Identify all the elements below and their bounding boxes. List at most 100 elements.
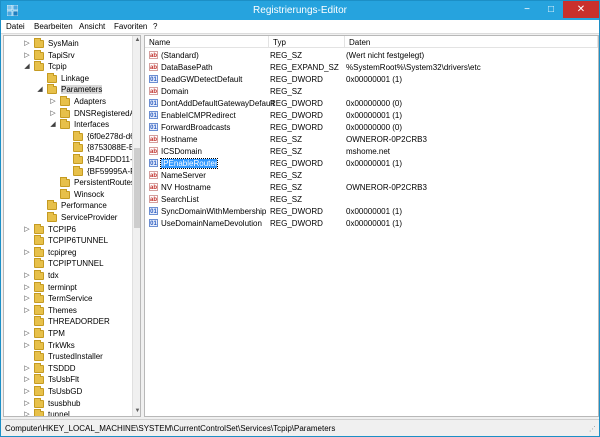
expand-arrow-icon[interactable] [23, 258, 31, 269]
tree-node[interactable]: TCPIPTUNNEL [4, 258, 132, 269]
collapse-arrow-icon[interactable]: ◢ [49, 119, 57, 130]
expand-arrow-icon[interactable]: ▷ [49, 96, 57, 107]
tree-node[interactable]: ▷ TSDDD [4, 362, 132, 374]
value-row[interactable]: 01 DeadGWDetectDefault REG_DWORD 0x00000001… [145, 73, 598, 85]
column-header-data[interactable]: Daten [345, 36, 598, 48]
tree-vertical-scrollbar[interactable]: ▲ ▼ [132, 36, 140, 416]
value-row[interactable]: ab SearchList REG_SZ [145, 193, 598, 205]
expand-arrow-icon[interactable] [49, 177, 57, 188]
tree-node[interactable]: THREADORDER [4, 316, 132, 327]
tree-node[interactable]: {BF59995A-FA [4, 165, 132, 177]
tree-node[interactable]: ▷ tdx [4, 270, 132, 281]
key-tree-pane[interactable]: ▷ SysMain ▷ TapiSrv ◢ Tcpip Linkage ◢ Parameters… [3, 35, 141, 417]
tree-node[interactable]: {8753088E-B19 [4, 142, 132, 153]
value-row[interactable]: 01 DontAddDefaultGatewayDefault REG_DWORD 0… [145, 97, 598, 109]
scroll-thumb[interactable] [134, 148, 140, 228]
scroll-up-arrow-icon[interactable]: ▲ [133, 36, 140, 45]
tree-node[interactable]: ▷ TPM [4, 328, 132, 339]
tree-node[interactable]: ◢ Parameters [4, 84, 132, 95]
value-row[interactable]: 01 SyncDomainWithMembership REG_DWORD 0x000… [145, 205, 598, 217]
expand-arrow-icon[interactable]: ▷ [23, 398, 31, 409]
tree-node[interactable]: ▷ tsusbhub [4, 397, 132, 409]
expand-arrow-icon[interactable] [36, 73, 44, 84]
value-row[interactable]: ab NameServer REG_SZ [145, 169, 598, 181]
menu-help[interactable]: ? [153, 22, 157, 31]
value-row[interactable]: 01 IPEnableRouter REG_DWORD 0x00000001 (1) [145, 157, 598, 169]
expand-arrow-icon[interactable] [23, 235, 31, 246]
tree-node[interactable]: ▷ DNSRegisteredAc [4, 107, 132, 119]
expand-arrow-icon[interactable]: ▷ [23, 50, 31, 61]
collapse-arrow-icon[interactable]: ◢ [36, 84, 44, 95]
tree-node[interactable]: ServiceProvider [4, 212, 132, 223]
expand-arrow-icon[interactable] [36, 200, 44, 211]
value-row[interactable]: ab ICSDomain REG_SZ mshome.net [145, 145, 598, 157]
tree-node[interactable]: ▷ TermService [4, 293, 132, 304]
expand-arrow-icon[interactable] [49, 189, 57, 200]
tree-node[interactable]: ▷ TsUsbFlt [4, 374, 132, 385]
value-row[interactable]: ab DataBasePath REG_EXPAND_SZ %SystemRoot%\… [145, 61, 598, 73]
tree-node[interactable]: {6f0e278d-d6f [4, 130, 132, 142]
expand-arrow-icon[interactable]: ▷ [23, 270, 31, 281]
value-row[interactable]: 01 EnableICMPRedirect REG_DWORD 0x00000001 … [145, 109, 598, 121]
minimize-button[interactable]: − [515, 1, 539, 18]
menu-favoriten[interactable]: Favoriten [114, 22, 147, 31]
tree-node[interactable]: TrustedInstaller [4, 351, 132, 362]
tree-node[interactable]: ◢ Tcpip [4, 61, 132, 72]
expand-arrow-icon[interactable] [62, 142, 70, 153]
title-bar[interactable]: Registrierungs-Editor − □ ✕ [1, 1, 599, 20]
menu-bearbeiten[interactable]: Bearbeiten [34, 22, 73, 31]
maximize-button[interactable]: □ [539, 1, 563, 18]
value-row[interactable]: 01 ForwardBroadcasts REG_DWORD 0x00000000 (… [145, 121, 598, 133]
expand-arrow-icon[interactable]: ▷ [23, 293, 31, 304]
resize-grip-icon[interactable]: ⋰ [589, 426, 597, 434]
expand-arrow-icon[interactable]: ▷ [23, 363, 31, 374]
menu-datei[interactable]: Datei [6, 22, 25, 31]
scroll-down-arrow-icon[interactable]: ▼ [133, 407, 140, 416]
expand-arrow-icon[interactable]: ▷ [23, 386, 31, 397]
tree-node[interactable]: ▷ tcpipreg [4, 246, 132, 258]
value-row[interactable]: 01 UseDomainNameDevolution REG_DWORD 0x0000… [145, 217, 598, 229]
column-header-type[interactable]: Typ [269, 36, 345, 48]
expand-arrow-icon[interactable]: ▷ [23, 224, 31, 235]
tree-node[interactable]: ▷ tunnel [4, 409, 132, 416]
expand-arrow-icon[interactable]: ▷ [23, 247, 31, 258]
expand-arrow-icon[interactable] [62, 154, 70, 165]
tree-node[interactable]: Performance [4, 200, 132, 211]
value-row[interactable]: ab Hostname REG_SZ OWNEROR-0P2CRB3 [145, 133, 598, 145]
tree-node[interactable]: ▷ TrkWks [4, 339, 132, 351]
expand-arrow-icon[interactable] [62, 166, 70, 177]
column-header-name[interactable]: Name [145, 36, 269, 48]
tree-node[interactable]: ▷ Adapters [4, 96, 132, 107]
expand-arrow-icon[interactable]: ▷ [23, 409, 31, 416]
tree-node[interactable]: Winsock [4, 188, 132, 200]
expand-arrow-icon[interactable] [62, 131, 70, 142]
tree-node[interactable]: ◢ Interfaces [4, 119, 132, 130]
expand-arrow-icon[interactable]: ▷ [23, 38, 31, 49]
tree-node[interactable]: ▷ TCPIP6 [4, 223, 132, 235]
expand-arrow-icon[interactable]: ▷ [49, 108, 57, 119]
values-list-pane[interactable]: Name Typ Daten ab (Standard) REG_SZ (Wert n… [144, 35, 599, 417]
tree-node[interactable]: ▷ TapiSrv [4, 49, 132, 61]
expand-arrow-icon[interactable]: ▷ [23, 328, 31, 339]
value-row[interactable]: ab (Standard) REG_SZ (Wert nicht festgelegt… [145, 49, 598, 61]
collapse-arrow-icon[interactable]: ◢ [23, 61, 31, 72]
tree-node[interactable]: TCPIP6TUNNEL [4, 235, 132, 246]
value-row[interactable]: ab Domain REG_SZ [145, 85, 598, 97]
expand-arrow-icon[interactable]: ▷ [23, 340, 31, 351]
expand-arrow-icon[interactable] [23, 351, 31, 362]
expand-arrow-icon[interactable]: ▷ [23, 305, 31, 316]
value-row[interactable]: ab NV Hostname REG_SZ OWNEROR-0P2CRB3 [145, 181, 598, 193]
menu-ansicht[interactable]: Ansicht [79, 22, 105, 31]
close-button[interactable]: ✕ [563, 1, 599, 18]
tree-node[interactable]: ▷ Themes [4, 304, 132, 316]
tree-node[interactable]: PersistentRoutes [4, 177, 132, 188]
tree-node[interactable]: ▷ SysMain [4, 38, 132, 49]
expand-arrow-icon[interactable]: ▷ [23, 374, 31, 385]
expand-arrow-icon[interactable] [36, 212, 44, 223]
tree-node[interactable]: {B4DFDD11-C [4, 154, 132, 165]
tree-node[interactable]: Linkage [4, 72, 132, 84]
tree-node[interactable]: ▷ terminpt [4, 281, 132, 293]
expand-arrow-icon[interactable]: ▷ [23, 282, 31, 293]
tree-node[interactable]: ▷ TsUsbGD [4, 386, 132, 397]
expand-arrow-icon[interactable] [23, 316, 31, 327]
